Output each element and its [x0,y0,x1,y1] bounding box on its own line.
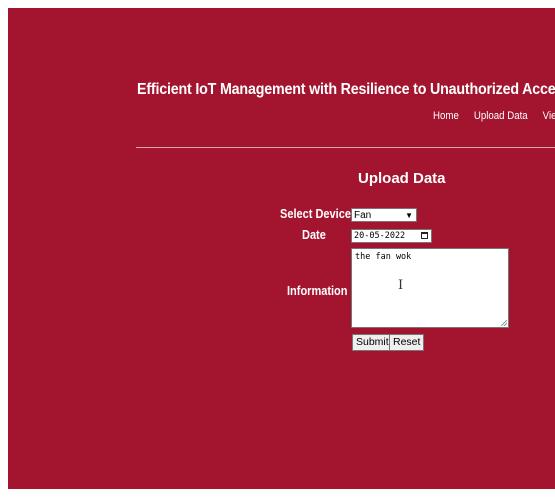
nav-bar: Home Upload Data Vie [433,110,555,122]
site-title: Efficient IoT Management with Resilience… [137,81,555,98]
page-title: Upload Data [358,170,446,187]
page-background: Efficient IoT Management with Resilience… [8,8,555,489]
information-label: Information [287,284,348,298]
device-select[interactable]: Fan ▼ [351,208,417,222]
calendar-icon[interactable] [421,232,428,239]
reset-button[interactable]: Reset [389,334,425,351]
header-divider [136,147,555,148]
information-text: the fan wok [355,252,412,262]
text-cursor-icon: I [398,278,404,293]
nav-item-view[interactable]: Vie [543,110,555,122]
submit-button[interactable]: Submit [352,334,393,351]
nav-item-home[interactable]: Home [433,110,459,122]
resize-grip-icon[interactable] [501,320,507,326]
date-input[interactable]: 20-05-2022 [351,229,432,243]
device-select-value: Fan [354,210,372,221]
information-textarea[interactable]: the fan wok [351,248,509,328]
date-value: 20-05-2022 [354,231,406,241]
date-label: Date [302,228,326,242]
nav-item-upload-data[interactable]: Upload Data [474,110,528,122]
chevron-down-icon: ▼ [405,211,413,220]
device-label: Select Device [280,207,351,221]
